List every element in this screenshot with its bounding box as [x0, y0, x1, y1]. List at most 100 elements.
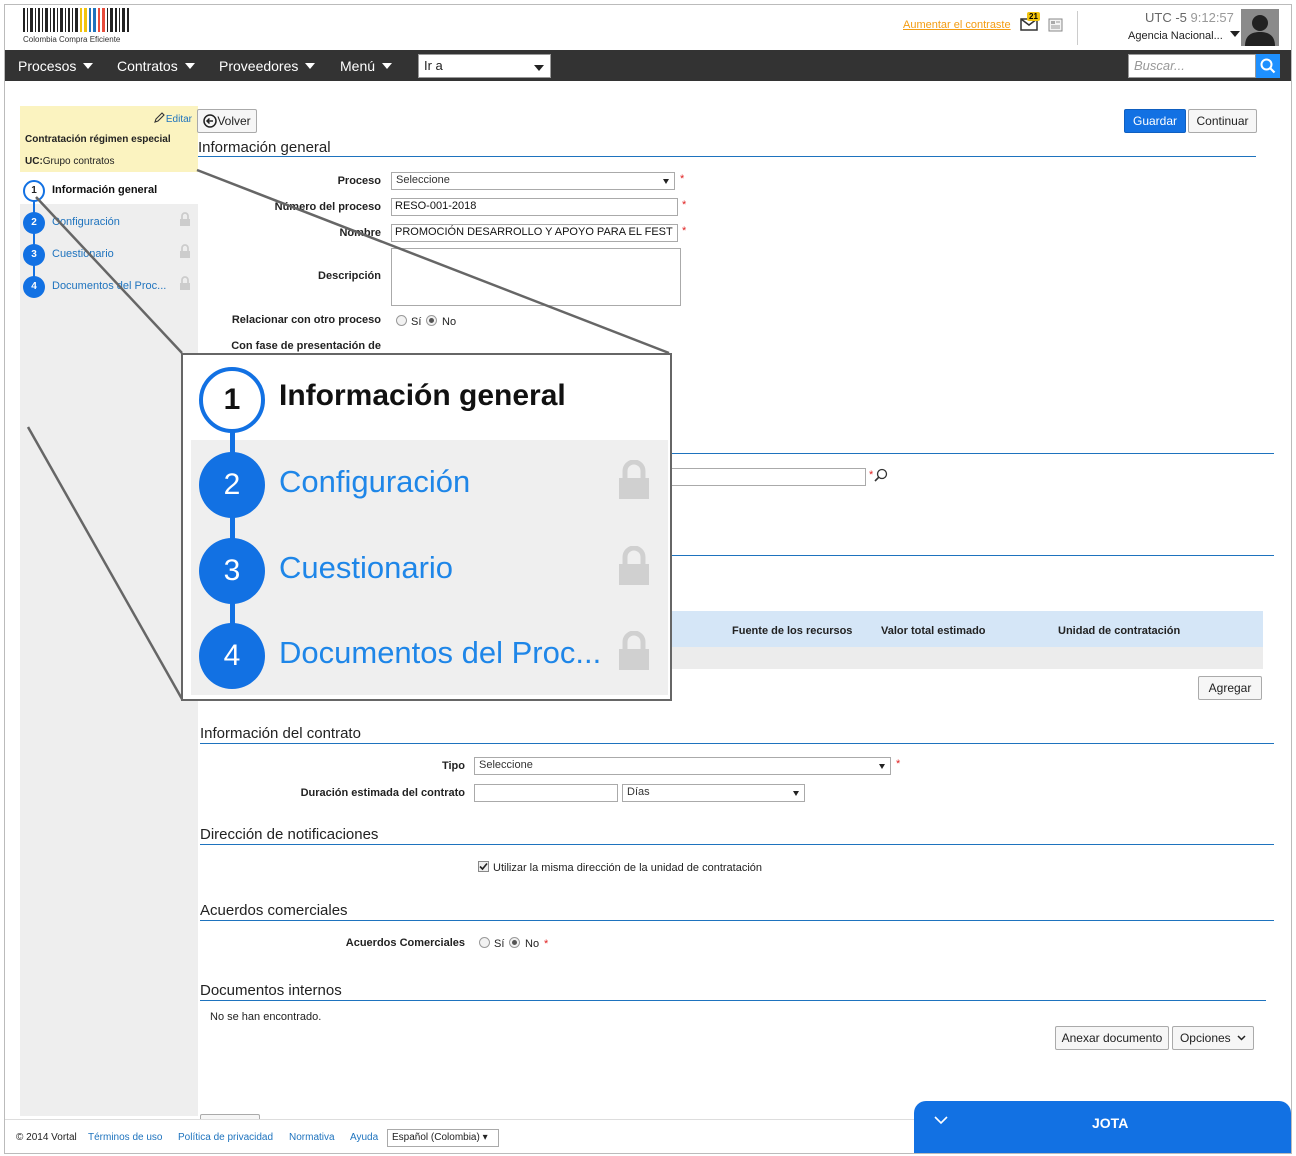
- caret-down-icon: [305, 63, 316, 69]
- nav-contratos[interactable]: Contratos: [117, 58, 195, 74]
- duracion-unit-value: Días: [627, 786, 650, 798]
- si-label: Sí: [494, 938, 505, 950]
- language-select[interactable]: Español (Colombia) ▾: [387, 1129, 499, 1147]
- avatar[interactable]: [1241, 9, 1279, 46]
- save-button[interactable]: Guardar: [1124, 109, 1186, 133]
- section-divider: [200, 920, 1274, 921]
- uc-prefix: UC:: [25, 156, 43, 167]
- process-sidebar: Editar Contratación régimen especial UC:…: [20, 106, 198, 1116]
- zoom-step-number: 4: [199, 623, 265, 689]
- nav-procesos[interactable]: Procesos: [18, 58, 94, 74]
- top-header: Colombia Compra Eficiente Aumentar el co…: [5, 5, 1291, 50]
- options-button[interactable]: Opciones: [1172, 1026, 1254, 1050]
- column-header: Unidad de contratación: [1058, 625, 1181, 637]
- process-summary: Editar Contratación régimen especial UC:…: [20, 106, 198, 172]
- options-label: Opciones: [1179, 1031, 1231, 1045]
- search-button[interactable]: [1256, 54, 1280, 78]
- lock-icon: [619, 631, 649, 670]
- timezone-label: UTC -5: [1145, 10, 1187, 25]
- agency-selector[interactable]: Agencia Nacional...: [1128, 30, 1240, 42]
- step-informacion-general[interactable]: 1 Información general: [23, 180, 195, 202]
- timezone-clock: UTC -5 9:12:57: [1145, 10, 1234, 25]
- continue-button[interactable]: Continuar: [1188, 109, 1257, 133]
- section-divider: [671, 453, 1274, 454]
- lock-icon: [180, 276, 190, 290]
- step-documentos[interactable]: 4 Documentos del Proc...: [23, 276, 195, 298]
- footer-link-ayuda[interactable]: Ayuda: [350, 1132, 378, 1143]
- nav-menu[interactable]: Menú: [340, 58, 393, 74]
- lock-icon: [619, 546, 649, 585]
- magnifier-icon[interactable]: [874, 468, 888, 482]
- footer-link-normativa[interactable]: Normativa: [289, 1132, 335, 1143]
- section-title-documents: Documentos internos: [200, 982, 342, 999]
- section-title-contract: Información del contrato: [200, 725, 361, 742]
- relacionar-no-radio[interactable]: [426, 315, 437, 326]
- nombre-input[interactable]: PROMOCIÓN DESARROLLO Y APOYO PARA EL FES…: [391, 224, 678, 242]
- news-icon[interactable]: [1048, 18, 1063, 32]
- dropdown-arrow-icon: [793, 791, 799, 796]
- step-number: 2: [23, 212, 45, 234]
- duracion-label: Duración estimada del contrato: [300, 787, 465, 799]
- numero-label: Número del proceso: [274, 201, 381, 213]
- header-divider: [1077, 11, 1078, 45]
- clock-time: 9:12:57: [1190, 10, 1234, 25]
- nombre-label: Nombre: [339, 227, 381, 239]
- search-input[interactable]: Buscar...: [1128, 54, 1256, 78]
- required-marker: *: [869, 469, 874, 481]
- hidden-lookup-input[interactable]: [671, 468, 866, 486]
- nav-label: Procesos: [18, 58, 77, 74]
- acuerdos-no-radio[interactable]: [509, 937, 520, 948]
- step-cuestionario[interactable]: 3 Cuestionario: [23, 244, 195, 266]
- step-configuracion[interactable]: 2 Configuración: [23, 212, 195, 234]
- logo-caption: Colombia Compra Eficiente: [23, 35, 121, 44]
- caret-down-icon: [184, 63, 195, 69]
- contrast-link[interactable]: Aumentar el contraste: [903, 19, 1011, 31]
- zoom-step-number: 2: [199, 452, 265, 518]
- zoom-step-label: Documentos del Proc...: [279, 635, 602, 670]
- attach-document-button[interactable]: Anexar documento: [1055, 1026, 1169, 1050]
- footer-link-terminos[interactable]: Términos de uso: [88, 1132, 162, 1143]
- acuerdos-si-radio[interactable]: [479, 937, 490, 948]
- back-button[interactable]: Volver: [197, 109, 257, 133]
- footer-link-privacidad[interactable]: Política de privacidad: [178, 1132, 273, 1143]
- acuerdos-label: Acuerdos Comerciales: [345, 937, 465, 949]
- duracion-unit-select[interactable]: Días: [622, 784, 805, 802]
- caret-down-icon: [382, 63, 393, 69]
- add-button[interactable]: Agregar: [1198, 676, 1262, 700]
- zoom-step-label: Configuración: [279, 464, 471, 499]
- step-label: Documentos del Proc...: [52, 280, 167, 292]
- goto-select[interactable]: Ir a: [418, 54, 551, 78]
- duracion-input[interactable]: [474, 784, 618, 802]
- section-divider: [671, 555, 1274, 556]
- required-marker: *: [682, 199, 687, 211]
- same-address-checkbox[interactable]: [478, 861, 489, 872]
- zoom-step-label: Cuestionario: [279, 550, 454, 585]
- budget-table-header: Fuente de los recursos Valor total estim…: [665, 611, 1263, 647]
- numero-proceso-input[interactable]: RESO-001-2018: [391, 198, 678, 216]
- dropdown-arrow-icon: [879, 764, 885, 769]
- chevron-down-icon: [1229, 31, 1240, 37]
- descripcion-textarea[interactable]: [391, 248, 681, 306]
- chat-title: JOTA: [1092, 1115, 1129, 1131]
- edit-link[interactable]: Editar: [154, 112, 192, 125]
- required-marker: *: [680, 173, 685, 185]
- colombia-compra-logo[interactable]: Colombia Compra Eficiente: [23, 8, 133, 46]
- jota-chat-widget[interactable]: JOTA: [914, 1101, 1291, 1153]
- table-row: [665, 647, 1263, 669]
- tipo-value: Seleccione: [479, 759, 533, 771]
- descripcion-label: Descripción: [318, 270, 381, 282]
- section-divider: [200, 743, 1274, 744]
- nav-label: Contratos: [117, 58, 178, 74]
- relacionar-si-radio[interactable]: [396, 315, 407, 326]
- zoom-step-informacion-general: 1 Información general: [199, 367, 669, 433]
- fase-presentacion-label: Con fase de presentación de: [231, 340, 381, 352]
- section-title-agreements: Acuerdos comerciales: [200, 902, 348, 919]
- back-label: Volver: [217, 114, 251, 128]
- proceso-select[interactable]: Seleccione: [391, 172, 675, 190]
- nav-label: Proveedores: [219, 58, 299, 74]
- nav-proveedores[interactable]: Proveedores: [219, 58, 316, 74]
- chevron-down-icon[interactable]: [934, 1116, 948, 1125]
- contracting-unit: UC:Grupo contratos: [25, 156, 115, 167]
- column-header: Valor total estimado: [881, 625, 986, 637]
- tipo-select[interactable]: Seleccione: [474, 757, 891, 775]
